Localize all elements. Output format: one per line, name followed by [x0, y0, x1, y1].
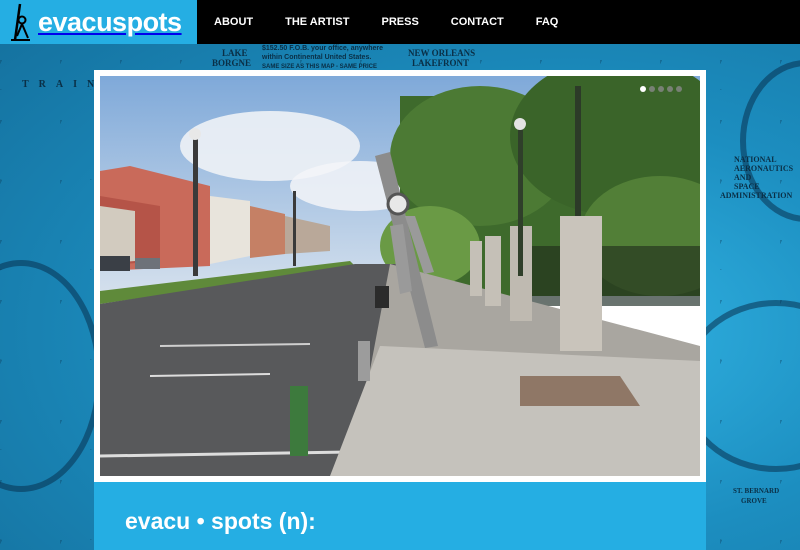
slide-dot-4[interactable]: [667, 86, 673, 92]
map-label-lake: LAKE: [222, 48, 248, 58]
definition-title: evacu • spots (n):: [125, 508, 316, 534]
site-logo[interactable]: evacuspots: [0, 0, 197, 44]
slide-dot-5[interactable]: [676, 86, 682, 92]
map-label-lakefront: LAKEFRONT: [412, 58, 470, 68]
nav-the-artist[interactable]: THE ARTIST: [285, 16, 349, 28]
slideshow-image[interactable]: [100, 76, 700, 476]
map-label-borgne: BORGNE: [212, 58, 252, 68]
slideshow-frame: [94, 70, 706, 482]
map-label-train: TRAIN: [22, 79, 105, 90]
stick-figure-icon: [11, 3, 30, 41]
map-label-nasa-5: ADMINISTRATION: [720, 191, 793, 200]
nav-contact[interactable]: CONTACT: [451, 16, 504, 28]
nav-faq[interactable]: FAQ: [536, 16, 559, 28]
slide-dot-3[interactable]: [658, 86, 664, 92]
definition-panel: evacu • spots (n):: [94, 482, 706, 550]
main-nav: ABOUT THE ARTIST PRESS CONTACT FAQ: [214, 0, 558, 44]
top-navbar: evacuspots ABOUT THE ARTIST PRESS CONTAC…: [0, 0, 800, 44]
slide-dot-2[interactable]: [649, 86, 655, 92]
nav-about[interactable]: ABOUT: [214, 16, 253, 28]
slideshow-pagination: [640, 86, 682, 92]
street-photo: [100, 76, 700, 476]
map-label-st-bernard-1: ST. BERNARD: [733, 487, 780, 495]
logo-text: evacuspots: [38, 6, 182, 37]
map-label-new-orleans: NEW ORLEANS: [408, 48, 476, 58]
nav-press[interactable]: PRESS: [381, 16, 418, 28]
map-label-st-bernard-2: GROVE: [741, 497, 767, 505]
slide-dot-1[interactable]: [640, 86, 646, 92]
